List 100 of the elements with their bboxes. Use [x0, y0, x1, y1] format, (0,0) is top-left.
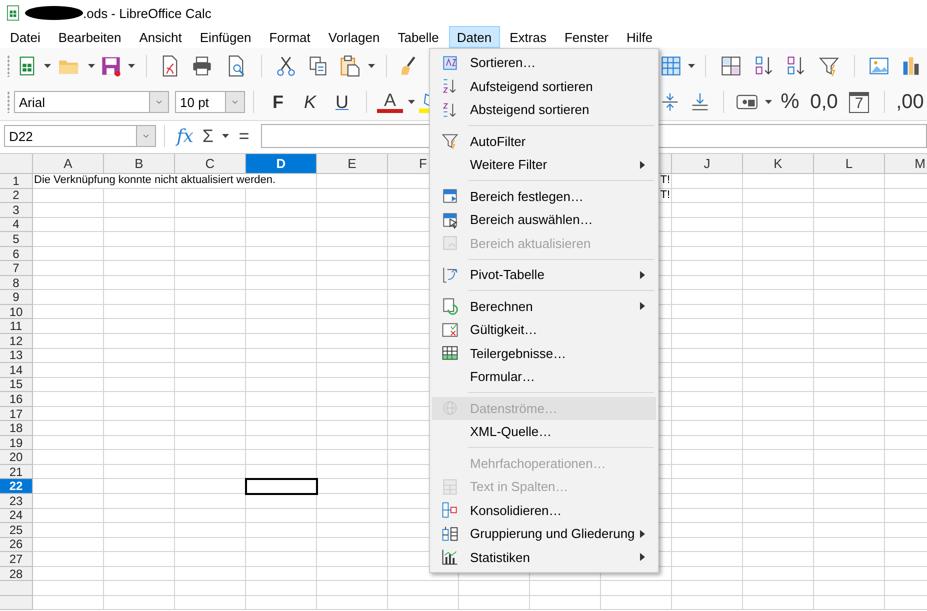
dropdown-caret-icon[interactable] [222, 134, 228, 138]
row-header[interactable]: 4 [0, 218, 33, 232]
column-header[interactable]: E [317, 154, 388, 174]
column-header[interactable]: D [246, 154, 317, 174]
italic-button[interactable]: K [304, 92, 316, 112]
row-header[interactable]: 1 [0, 174, 33, 189]
table-cell [33, 276, 104, 290]
menu-item[interactable]: Vorlagen [320, 26, 388, 48]
column-header[interactable]: C [175, 154, 246, 174]
font-size-field[interactable]: 10 pt [175, 91, 245, 113]
menu-item[interactable]: Bereich auswählen… [432, 208, 656, 232]
menu-item[interactable]: Konsolidieren… [432, 498, 656, 522]
active-cell[interactable] [246, 479, 317, 494]
row-header[interactable]: 8 [0, 276, 33, 290]
name-box[interactable]: D22 [4, 125, 156, 147]
column-header[interactable]: M [885, 154, 927, 174]
date-format-button[interactable]: 7 [849, 92, 869, 112]
table-cell [743, 523, 814, 538]
print-icon[interactable] [191, 55, 213, 77]
scissors-icon[interactable] [275, 55, 297, 77]
percent-button[interactable]: % [780, 90, 800, 114]
row-header[interactable]: 19 [0, 436, 33, 450]
dropdown-caret-icon[interactable] [368, 64, 374, 68]
row-header[interactable]: 24 [0, 508, 33, 524]
row-header[interactable]: 16 [0, 392, 33, 407]
menu-item[interactable]: AutoFilter [432, 130, 656, 153]
menu-item[interactable]: Formular… [432, 365, 656, 388]
dropdown-caret-icon[interactable] [44, 64, 50, 68]
dropdown-caret-icon[interactable] [128, 64, 134, 68]
copy-icon[interactable] [307, 55, 329, 77]
underline-button[interactable]: U [336, 92, 348, 112]
row-header[interactable]: 2 [0, 188, 33, 204]
save-icon[interactable] [100, 55, 122, 77]
row-header[interactable]: 15 [0, 378, 33, 392]
menu-item[interactable]: Pivot-Tabelle [432, 263, 656, 286]
dropdown-caret-icon[interactable] [764, 100, 772, 104]
column-header[interactable]: A [33, 154, 104, 174]
menu-item[interactable]: Tabelle [390, 26, 447, 48]
menu-item[interactable]: Einfügen [192, 26, 260, 48]
row-header[interactable]: 5 [0, 232, 33, 247]
menu-item[interactable]: Ansicht [131, 26, 190, 48]
menu-item[interactable]: Gruppierung und Gliederung [432, 522, 656, 546]
row-header[interactable]: 21 [0, 464, 33, 480]
filter-icon[interactable] [818, 55, 840, 77]
menu-item[interactable]: Sortieren… [432, 51, 656, 74]
number-format-button[interactable]: 0,0 [810, 90, 838, 114]
bold-button[interactable]: F [272, 92, 284, 112]
menu-item[interactable]: Aufsteigend sortieren [432, 74, 656, 98]
menu-item[interactable]: XML-Quelle… [432, 420, 656, 444]
column-header[interactable]: J [672, 154, 743, 174]
menu-item[interactable]: Extras [502, 26, 554, 48]
row-header[interactable]: 14 [0, 363, 33, 378]
row-header[interactable]: 26 [0, 538, 33, 552]
font-color-button[interactable]: A [377, 91, 403, 113]
row-header[interactable]: 23 [0, 494, 33, 509]
dropdown-caret-icon[interactable] [688, 64, 694, 68]
sort-descending-icon[interactable] [785, 55, 807, 77]
column-header[interactable]: B [104, 154, 175, 174]
row-header[interactable]: 27 [0, 552, 33, 567]
sum-button[interactable]: Σ [202, 126, 214, 146]
menu-item[interactable]: Fenster [556, 26, 617, 48]
menu-item[interactable]: Bereich festlegen… [432, 184, 656, 208]
menu-item[interactable]: Daten [448, 26, 500, 48]
row-header[interactable]: 10 [0, 304, 33, 320]
row-header[interactable]: 20 [0, 450, 33, 465]
menu-item[interactable]: Gültigkeit… [432, 318, 656, 342]
menu-item[interactable]: Teilergebnisse… [432, 342, 656, 365]
menu-item[interactable]: Absteigend sortieren [432, 98, 656, 122]
menu-item[interactable]: Format [261, 26, 318, 48]
row-header[interactable]: 25 [0, 523, 33, 538]
add-decimal-button[interactable]: ,00 [896, 90, 924, 114]
table-grid-icon[interactable] [660, 55, 682, 77]
formula-button[interactable]: = [238, 126, 250, 146]
row-header[interactable]: 18 [0, 421, 33, 436]
row-header[interactable]: 13 [0, 348, 33, 364]
column-header[interactable]: L [814, 154, 885, 174]
column-header[interactable]: K [743, 154, 814, 174]
menu-item[interactable]: Hilfe [618, 26, 661, 48]
image-icon[interactable] [868, 55, 890, 77]
dropdown-caret-icon[interactable] [88, 64, 94, 68]
menu-item[interactable]: Datei [2, 26, 48, 48]
menu-item[interactable]: Bearbeiten [50, 26, 130, 48]
row-header[interactable]: 7 [0, 261, 33, 276]
row-header[interactable]: 22 [0, 479, 33, 494]
clipboard-icon[interactable] [338, 55, 360, 77]
row-header[interactable]: 28 [0, 566, 33, 582]
row-header[interactable]: 3 [0, 203, 33, 218]
menu-item[interactable]: Statistiken [432, 546, 656, 569]
row-header[interactable]: 9 [0, 290, 33, 305]
sort-dialog-icon[interactable] [720, 55, 742, 77]
function-wizard-button[interactable]: fx [176, 126, 194, 146]
menu-item[interactable]: Berechnen [432, 294, 656, 318]
row-header[interactable]: 12 [0, 334, 33, 349]
table-cell [672, 363, 743, 378]
sort-ascending-icon[interactable] [753, 55, 775, 77]
row-header[interactable]: 17 [0, 406, 33, 422]
row-header[interactable]: 11 [0, 319, 33, 334]
font-name-field[interactable]: Arial [14, 91, 169, 113]
row-header[interactable]: 6 [0, 246, 33, 262]
dropdown-caret-icon[interactable] [408, 100, 414, 104]
